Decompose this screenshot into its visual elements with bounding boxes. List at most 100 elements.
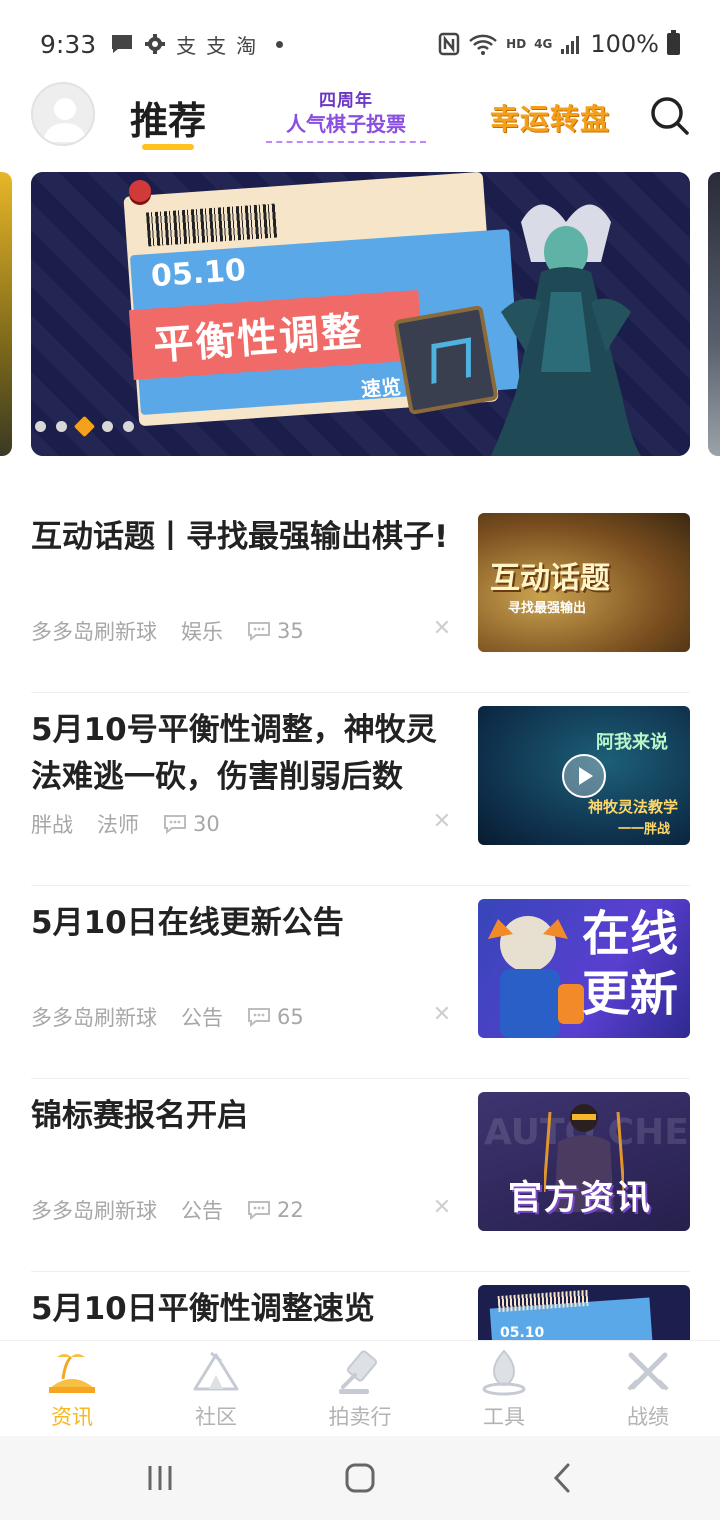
alipay-icon: 支 (206, 33, 227, 58)
list-item[interactable]: 5月10号平衡性调整，神牧灵法难逃一砍，伤害削弱后数 胖战 法师 30 ✕ 阿我… (31, 693, 690, 886)
list-item[interactable]: 互动话题丨寻找最强输出棋子! 多多岛刷新球 娱乐 35 ✕ 互动话题 寻找最强输… (31, 500, 690, 693)
carousel-dot-active[interactable] (73, 415, 96, 438)
hd-label: HD (506, 37, 527, 51)
lucky-wheel-button[interactable]: 幸运转盘 (490, 96, 610, 138)
comment-count-value: 35 (277, 619, 304, 643)
tab-news[interactable]: 资讯 (0, 1341, 144, 1436)
article-thumbnail[interactable]: 互动话题 寻找最强输出 (478, 513, 690, 652)
comment-count-value: 22 (277, 1198, 304, 1222)
comment-icon (248, 1201, 270, 1220)
dismiss-button[interactable]: ✕ (431, 809, 453, 834)
status-left: 9:33 支 支 淘 (40, 30, 293, 59)
message-icon (110, 31, 134, 57)
vote-promo-line2: 人气棋子投票 (286, 112, 406, 136)
comment-icon (248, 1008, 270, 1027)
banner-date: 05.10 (149, 252, 248, 295)
article-thumbnail[interactable]: 在线 更新 (478, 899, 690, 1038)
thumb-heading: 互动话题 (490, 561, 610, 596)
article-title: 互动话题丨寻找最强输出棋子! (31, 519, 449, 555)
status-right: HD 4G 100% (438, 30, 680, 58)
home-icon (345, 1463, 375, 1493)
tab-label: 资讯 (51, 1405, 93, 1429)
tent-icon (193, 1351, 239, 1391)
banner-carousel[interactable]: 05.10 平衡性调整 速览 (31, 172, 690, 456)
top-nav: 推荐 四周年 人气棋子投票 幸运转盘 (0, 80, 720, 160)
dismiss-button[interactable]: ✕ (431, 1195, 453, 1220)
battery-percent: 100% (590, 30, 659, 58)
carousel-dots (35, 415, 134, 438)
tab-label: 工具 (483, 1405, 525, 1429)
article-meta: 多多岛刷新球 公告 22 (31, 1195, 304, 1225)
alipay-icon: 支 (176, 33, 197, 58)
comment-count: 30 (163, 812, 220, 836)
hero-illustration (488, 916, 584, 1038)
sorceress-illustration (491, 204, 641, 456)
vote-promo-button[interactable]: 四周年 人气棋子投票 (262, 90, 430, 150)
thumb-heading: 官方资讯 (508, 1178, 652, 1218)
vote-promo-line1: 四周年 (319, 91, 373, 111)
gavel-icon (339, 1350, 378, 1394)
back-icon (553, 1463, 570, 1493)
island-icon (49, 1354, 95, 1393)
nfc-icon (438, 31, 460, 57)
list-item[interactable]: 5月10日平衡性调整速览 05.10 (31, 1272, 690, 1340)
play-button[interactable] (562, 754, 606, 798)
list-item[interactable]: 5月10日在线更新公告 多多岛刷新球 公告 65 ✕ 在线 更新 (31, 886, 690, 1079)
tab-community[interactable]: 社区 (144, 1341, 288, 1436)
gear-icon (144, 31, 166, 57)
thumb-heading: 05.10 (500, 1325, 545, 1340)
article-category: 公告 (181, 1199, 223, 1223)
thumb-author-line: 一一胖战 (618, 822, 671, 837)
article-thumbnail[interactable]: 阿我来说 神牧灵法教学 一一胖战 (478, 706, 690, 845)
tab-indicator (142, 144, 194, 150)
thumb-heading: 在线 (582, 906, 679, 962)
search-button[interactable] (648, 94, 692, 138)
recent-apps-button[interactable] (140, 1462, 180, 1494)
article-thumbnail[interactable]: 05.10 (478, 1285, 690, 1340)
tab-label: 社区 (195, 1405, 237, 1429)
back-button[interactable] (542, 1462, 582, 1494)
recent-apps-icon (148, 1466, 172, 1490)
status-time: 9:33 (40, 29, 97, 59)
tab-recommend[interactable]: 推荐 (130, 90, 206, 145)
search-icon (651, 97, 689, 135)
article-category: 娱乐 (181, 620, 223, 644)
article-thumbnail[interactable]: AUTO CHESS 官方资讯 (478, 1092, 690, 1231)
home-button[interactable] (340, 1462, 380, 1494)
banner-prev-peek[interactable] (0, 172, 12, 456)
carousel-dot[interactable] (123, 421, 134, 432)
dismiss-button[interactable]: ✕ (431, 616, 453, 641)
battery-icon (667, 30, 680, 55)
banner-subtitle: 速览 (360, 374, 402, 402)
tab-auction[interactable]: 拍卖行 (288, 1341, 432, 1436)
tab-tools[interactable]: 工具 (432, 1341, 576, 1436)
comment-count-value: 65 (277, 1005, 304, 1029)
article-list: 互动话题丨寻找最强输出棋子! 多多岛刷新球 娱乐 35 ✕ 互动话题 寻找最强输… (31, 500, 690, 1340)
thumb-subheading: 寻找最强输出 (508, 601, 587, 616)
article-title: 5月10日平衡性调整速览 (31, 1291, 375, 1327)
comment-count: 65 (247, 1005, 304, 1029)
article-title: 5月10号平衡性调整，神牧灵法难逃一砍，伤害削弱后数 (31, 712, 437, 795)
taobao-icon: 淘 (236, 33, 257, 58)
pin-icon (129, 180, 151, 202)
dismiss-button[interactable]: ✕ (431, 1002, 453, 1027)
article-title: 锦标赛报名开启 (31, 1098, 248, 1134)
list-item[interactable]: 锦标赛报名开启 多多岛刷新球 公告 22 ✕ AUTO CHESS 官方资讯 (31, 1079, 690, 1272)
article-title: 5月10日在线更新公告 (31, 905, 344, 941)
article-meta: 多多岛刷新球 公告 65 (31, 1002, 304, 1032)
comment-count: 22 (247, 1198, 304, 1222)
tab-records[interactable]: 战绩 (576, 1341, 720, 1436)
avatar[interactable] (31, 82, 95, 146)
network-label: 4G (534, 37, 553, 51)
article-author: 胖战 (31, 813, 73, 837)
carousel-dot[interactable] (35, 421, 46, 432)
user-icon (43, 98, 87, 142)
carousel-dot[interactable] (102, 421, 113, 432)
article-meta: 多多岛刷新球 娱乐 35 (31, 616, 304, 646)
article-author: 多多岛刷新球 (31, 1199, 157, 1223)
carousel-dot[interactable] (56, 421, 67, 432)
article-meta: 胖战 法师 30 (31, 809, 220, 839)
banner-next-peek[interactable] (708, 172, 720, 456)
system-nav-bar (0, 1436, 720, 1520)
notification-dot (276, 40, 284, 48)
